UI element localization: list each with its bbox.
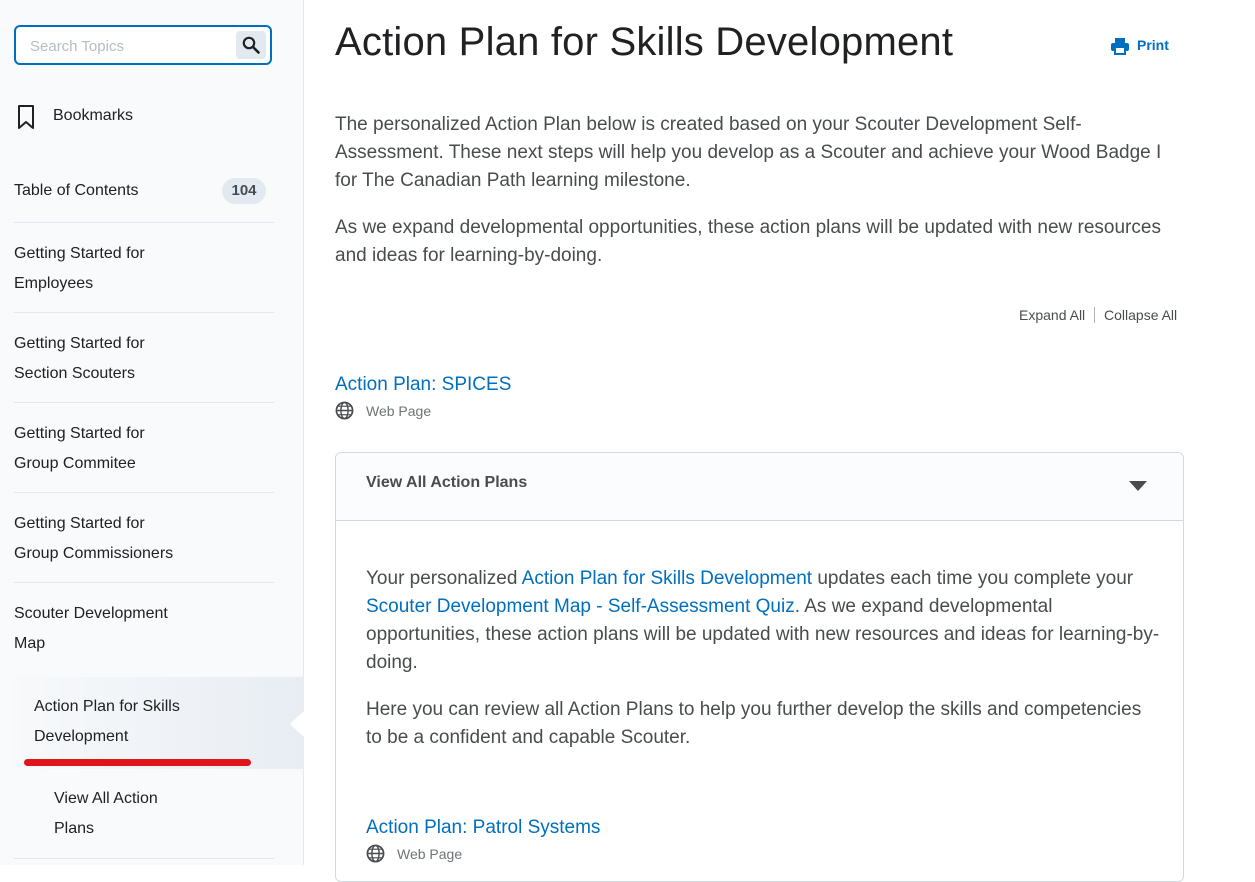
self-assessment-quiz-link[interactable]: Scouter Development Map - Self-Assessmen…: [366, 596, 795, 617]
search-button[interactable]: [236, 31, 266, 59]
topic-type-label: Web Page: [397, 846, 463, 862]
sidebar: Bookmarks Table of Contents 104 Getting …: [0, 0, 305, 865]
panel-header[interactable]: View All Action Plans: [336, 453, 1183, 521]
table-of-contents-link[interactable]: Table of Contents 104: [14, 178, 274, 204]
module-label: Group Commitee: [14, 455, 136, 472]
module-label: Getting Started for: [14, 425, 145, 442]
topic-link-patrol-systems[interactable]: Action Plan: Patrol Systems: [366, 817, 600, 839]
print-icon: [1111, 38, 1129, 55]
module-getting-started-section-scouters[interactable]: Getting Started for Section Scouters: [14, 313, 274, 403]
active-line-2: Development: [34, 728, 129, 745]
module-getting-started-employees[interactable]: Getting Started for Employees: [14, 223, 274, 313]
module-label: Getting Started for: [14, 245, 145, 262]
toc-label: Table of Contents: [14, 182, 139, 199]
main-content: Action Plan for Skills Development Print…: [305, 0, 1255, 882]
panel-paragraph-2: Here you can review all Action Plans to …: [366, 699, 1142, 748]
toc-count-badge: 104: [222, 178, 266, 204]
bookmarks-link[interactable]: Bookmarks: [16, 104, 266, 130]
bookmarks-label: Bookmarks: [53, 107, 134, 124]
module-label: Section Scouters: [14, 365, 135, 382]
submodule-label: View All Action: [54, 790, 158, 807]
collapse-all-link[interactable]: Collapse All: [1104, 307, 1177, 323]
globe-icon: [335, 401, 354, 420]
module-getting-started-group-commitee[interactable]: Getting Started for Group Commitee: [14, 403, 274, 493]
module-label: Getting Started for: [14, 515, 145, 532]
submodule-view-all-action-plans[interactable]: View All Action Plans: [54, 784, 204, 844]
divider: [14, 858, 274, 859]
search-box: [14, 25, 272, 65]
active-pointer: [290, 710, 305, 738]
submodule-label: Plans: [54, 820, 95, 837]
module-label: Map: [14, 635, 46, 652]
panel-title: View All Action Plans: [366, 474, 528, 491]
search-icon: [242, 36, 260, 54]
action-plan-link[interactable]: Action Plan for Skills Development: [522, 568, 812, 589]
globe-icon: [366, 844, 385, 863]
panel-text: Your personalized: [366, 568, 522, 589]
bookmark-icon: [18, 105, 34, 129]
intro-paragraph-2: As we expand developmental opportunities…: [335, 217, 1161, 266]
active-line-1: Action Plan for Skills: [34, 698, 180, 715]
topic-type-label: Web Page: [366, 403, 432, 419]
chevron-down-icon[interactable]: [1129, 481, 1147, 491]
panel-text: updates each time you complete your: [812, 568, 1134, 589]
topic-link-spices[interactable]: Action Plan: SPICES: [335, 374, 511, 396]
module-list: Getting Started for Employees Getting St…: [14, 222, 274, 673]
intro-paragraph: The personalized Action Plan below is cr…: [335, 114, 1162, 191]
page-title: Action Plan for Skills Development: [335, 20, 954, 64]
red-underline-annotation: [24, 759, 251, 766]
print-label: Print: [1137, 37, 1169, 53]
module-label: Scouter Development: [14, 605, 168, 622]
active-module-label: Action Plan for Skills Development: [34, 692, 204, 752]
module-getting-started-group-commissioners[interactable]: Getting Started for Group Commissioners: [14, 493, 274, 583]
module-scouter-development-map[interactable]: Scouter Development Map: [14, 583, 274, 673]
view-all-action-plans-panel: View All Action Plans Your personalized …: [335, 452, 1184, 882]
expand-all-link[interactable]: Expand All: [1019, 307, 1085, 323]
module-label: Getting Started for: [14, 335, 145, 352]
module-label: Group Commissioners: [14, 545, 174, 562]
divider: [1094, 307, 1095, 323]
panel-paragraph: Your personalized Action Plan for Skills…: [366, 565, 1161, 677]
module-label: Employees: [14, 275, 94, 292]
module-action-plan-skills-development[interactable]: Action Plan for Skills Development: [14, 677, 304, 769]
search-input[interactable]: [28, 35, 232, 57]
